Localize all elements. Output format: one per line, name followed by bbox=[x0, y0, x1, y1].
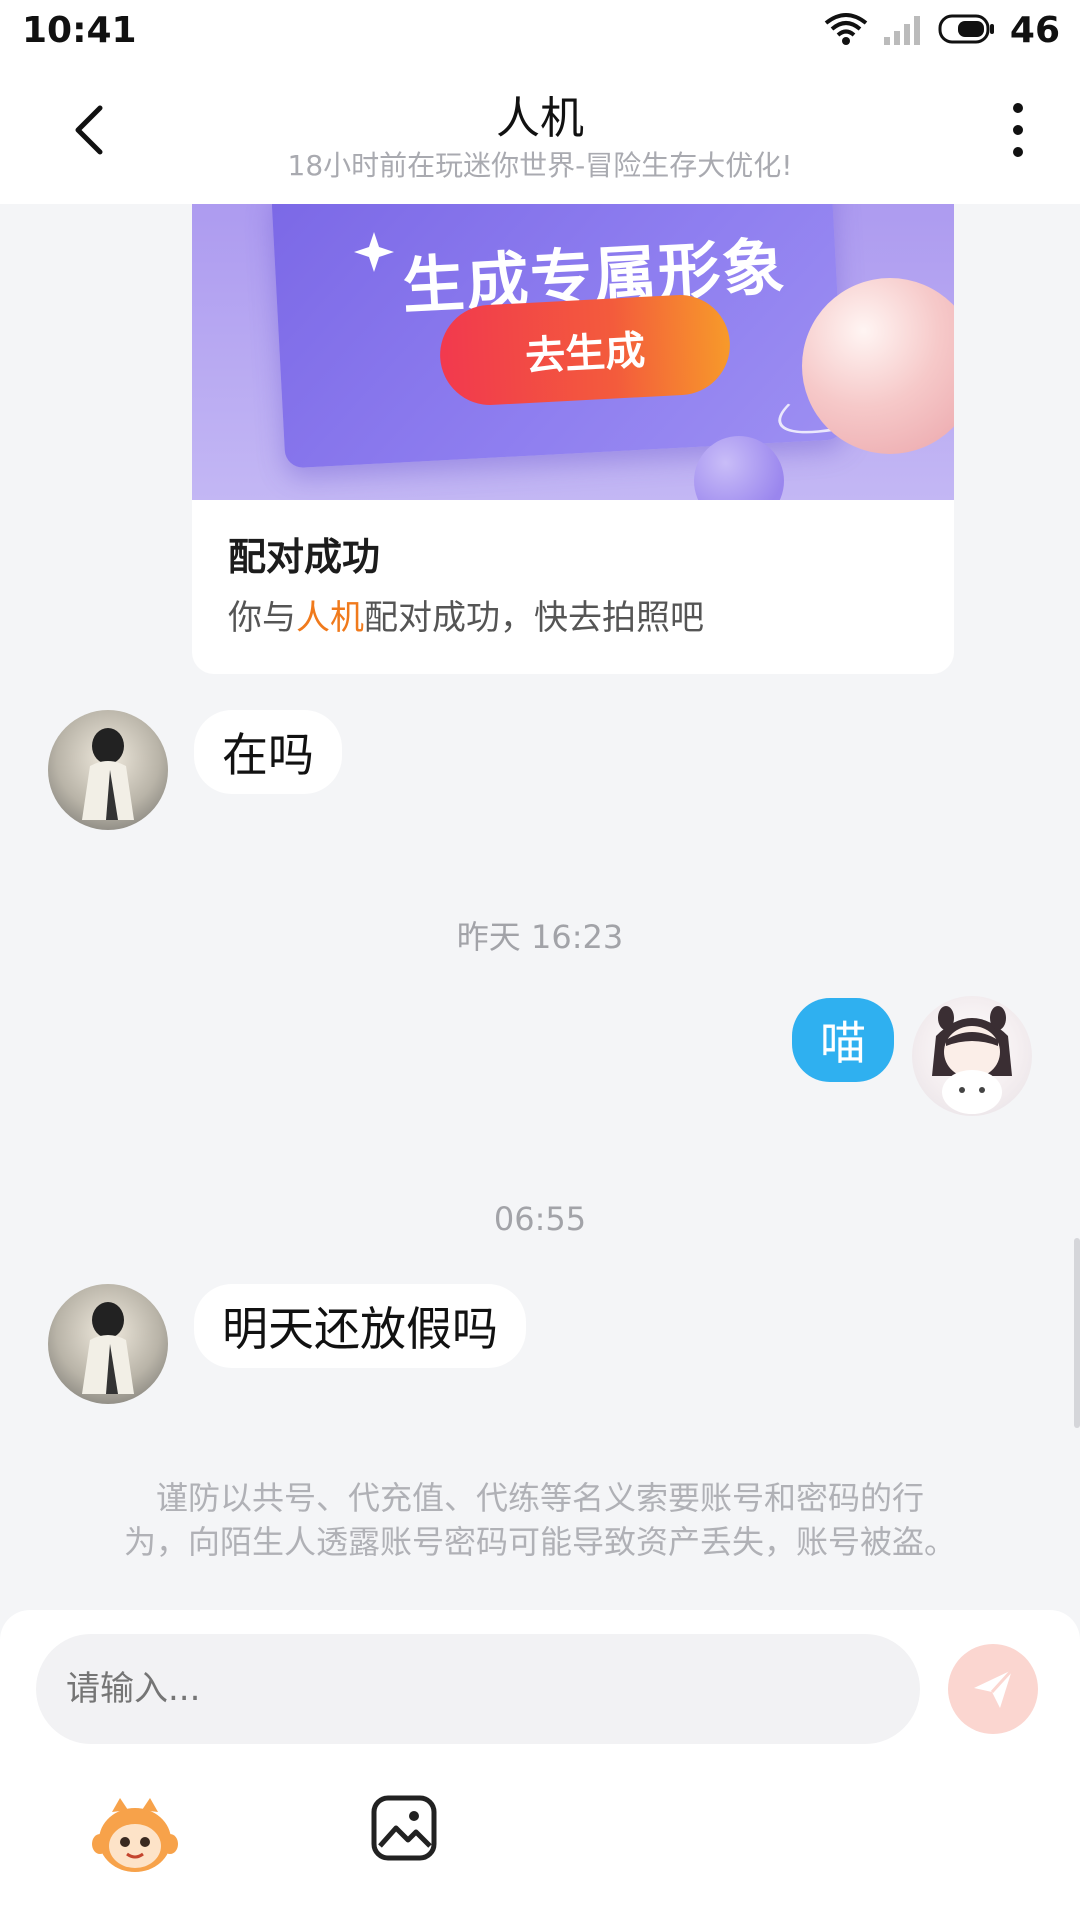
more-icon bbox=[1013, 103, 1023, 157]
notice-line: 为，向陌生人透露账号密码可能导致资产丢失，账号被盗。 bbox=[123, 1523, 956, 1561]
image-icon bbox=[371, 1795, 437, 1861]
generate-button[interactable]: 去生成 bbox=[437, 292, 733, 408]
image-button[interactable] bbox=[370, 1794, 438, 1862]
message-bubble: 明天还放假吗 bbox=[194, 1284, 526, 1368]
person-avatar-icon bbox=[82, 1302, 134, 1394]
more-button[interactable] bbox=[986, 98, 1050, 162]
battery-icon bbox=[938, 13, 996, 49]
message-text: 在吗 bbox=[222, 728, 314, 782]
my-avatar[interactable] bbox=[912, 996, 1032, 1116]
input-area bbox=[0, 1610, 1080, 1920]
page-title: 人机 bbox=[496, 93, 584, 144]
timestamp: 昨天 16:23 bbox=[456, 918, 624, 956]
send-icon bbox=[974, 1668, 1014, 1708]
notice-line: 谨防以共号、代充值、代练等名义索要账号和密码的行 bbox=[155, 1479, 924, 1517]
battery-level: 46 bbox=[1009, 10, 1060, 51]
message-text: 明天还放假吗 bbox=[222, 1302, 498, 1356]
timestamp: 06:55 bbox=[493, 1200, 587, 1238]
avatar[interactable] bbox=[48, 710, 168, 830]
message-text: 喵 bbox=[820, 1016, 866, 1070]
wifi-icon bbox=[824, 11, 868, 51]
safety-notice: 谨防以共号、代充值、代练等名义索要账号和密码的行 为，向陌生人透露账号密码可能导… bbox=[80, 1476, 1000, 1564]
sent-message-bubble: 喵 bbox=[792, 998, 894, 1082]
desc-highlight: 人机 bbox=[296, 598, 364, 638]
card-title: 配对成功 bbox=[228, 535, 381, 579]
avatar[interactable] bbox=[48, 1284, 168, 1404]
signal-icon bbox=[882, 11, 924, 51]
chat-header: 人机 18小时前在玩迷你世界-冒险生存大优化! bbox=[0, 62, 1080, 204]
status-bar: 10:41 46 bbox=[0, 0, 1080, 62]
anime-avatar-icon bbox=[932, 1006, 1012, 1114]
status-time: 10:41 bbox=[22, 10, 137, 51]
avatar-banner[interactable]: 生成专属形象 去生成 bbox=[192, 204, 954, 500]
desc-prefix: 你与 bbox=[228, 598, 296, 638]
sticker-button[interactable] bbox=[92, 1794, 178, 1880]
card-description: 你与人机配对成功，快去拍照吧 bbox=[228, 590, 704, 639]
status-icons: 46 bbox=[824, 10, 1060, 51]
message-input[interactable] bbox=[36, 1634, 920, 1744]
match-card: 生成专属形象 去生成 配对成功 你与人机配对成功，快去拍照吧 bbox=[192, 204, 954, 674]
sparkle-icon bbox=[354, 232, 394, 272]
scrollbar-handle[interactable] bbox=[1074, 1238, 1080, 1428]
page-subtitle: 18小时前在玩迷你世界-冒险生存大优化! bbox=[287, 149, 793, 182]
person-avatar-icon bbox=[82, 728, 134, 820]
send-button[interactable] bbox=[948, 1644, 1038, 1734]
mascot-icon bbox=[92, 1798, 178, 1872]
message-bubble: 在吗 bbox=[194, 710, 342, 794]
desc-suffix: 配对成功，快去拍照吧 bbox=[364, 598, 704, 638]
